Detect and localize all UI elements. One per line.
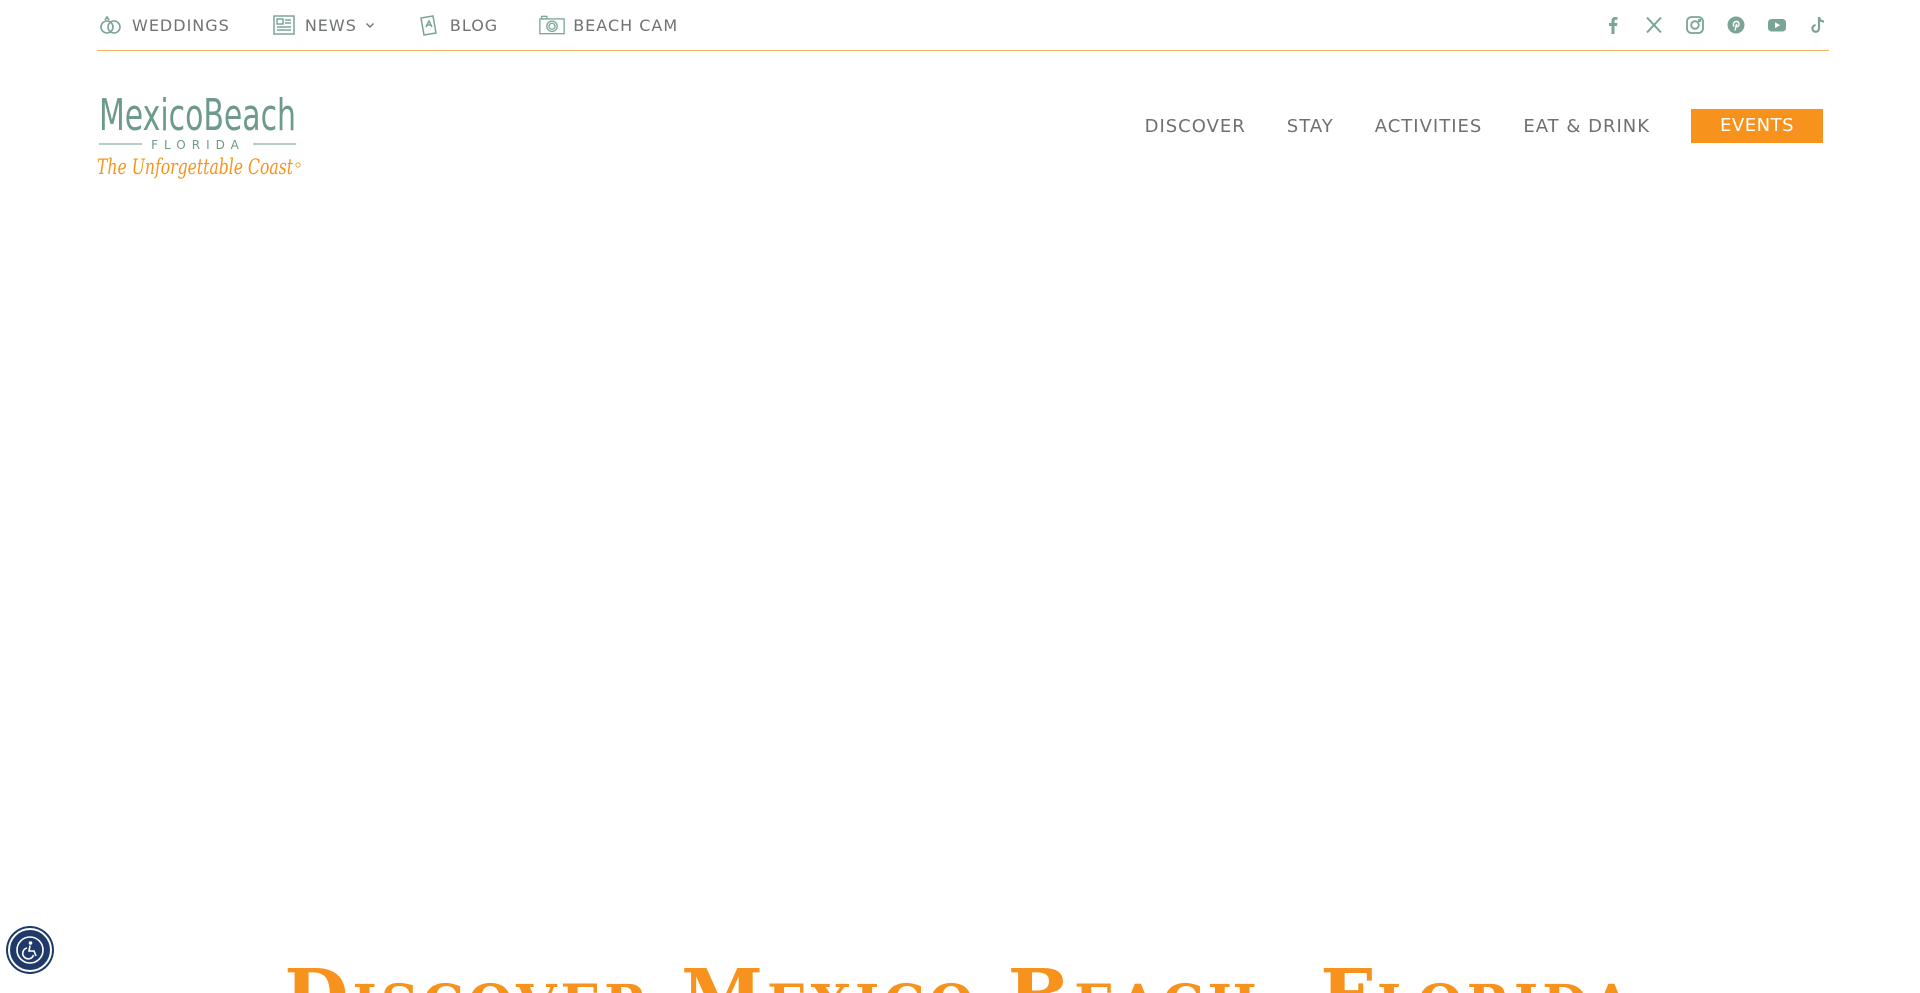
util-link-news[interactable]: NEWS [270,0,375,50]
util-link-weddings[interactable]: WEDDINGS [97,0,230,50]
accessibility-icon [16,936,44,964]
social-links [1583,0,1829,50]
rings-icon [97,13,125,37]
camera-icon [538,13,566,37]
nav-activities[interactable]: ACTIVITIES [1375,116,1483,137]
newspaper-icon [270,13,298,37]
facebook-icon[interactable] [1602,14,1624,36]
util-link-beach-cam[interactable]: BEACH CAM [538,0,678,50]
pinterest-icon[interactable] [1725,14,1747,36]
util-label: BEACH CAM [573,15,679,35]
x-twitter-icon[interactable] [1643,14,1665,36]
youtube-icon[interactable] [1766,14,1788,36]
blog-icon [415,13,443,37]
hero-section [0,190,1920,910]
main-nav: DISCOVER STAY ACTIVITIES EAT & DRINK EVE… [1104,109,1823,143]
nav-discover[interactable]: DISCOVER [1145,116,1246,137]
hero-heading: Discover Mexico Beach, Florida [0,960,1920,993]
util-link-blog[interactable]: BLOG [415,0,498,50]
tiktok-icon[interactable] [1807,14,1829,36]
nav-stay[interactable]: STAY [1287,116,1334,137]
nav-eat-drink[interactable]: EAT & DRINK [1523,116,1650,137]
logo-name: MexicoBeach [99,90,296,141]
utility-bar: WEDDINGS NEWS BLOG BEACH CAM [97,0,1829,51]
util-label: BLOG [449,15,499,35]
events-button[interactable]: EVENTS [1691,109,1823,143]
instagram-icon[interactable] [1684,14,1706,36]
accessibility-button[interactable] [8,928,52,972]
chevron-down-icon [365,20,375,30]
util-label: WEDDINGS [132,15,230,35]
utility-nav: WEDDINGS NEWS BLOG BEACH CAM [97,0,718,50]
logo-tagline: The Unforgettable Coast [97,155,293,179]
util-label: NEWS [304,15,357,35]
logo-state: FLORIDA [151,138,245,152]
site-logo[interactable]: MexicoBeach FLORIDA The Unforgettable Co… [97,62,302,186]
